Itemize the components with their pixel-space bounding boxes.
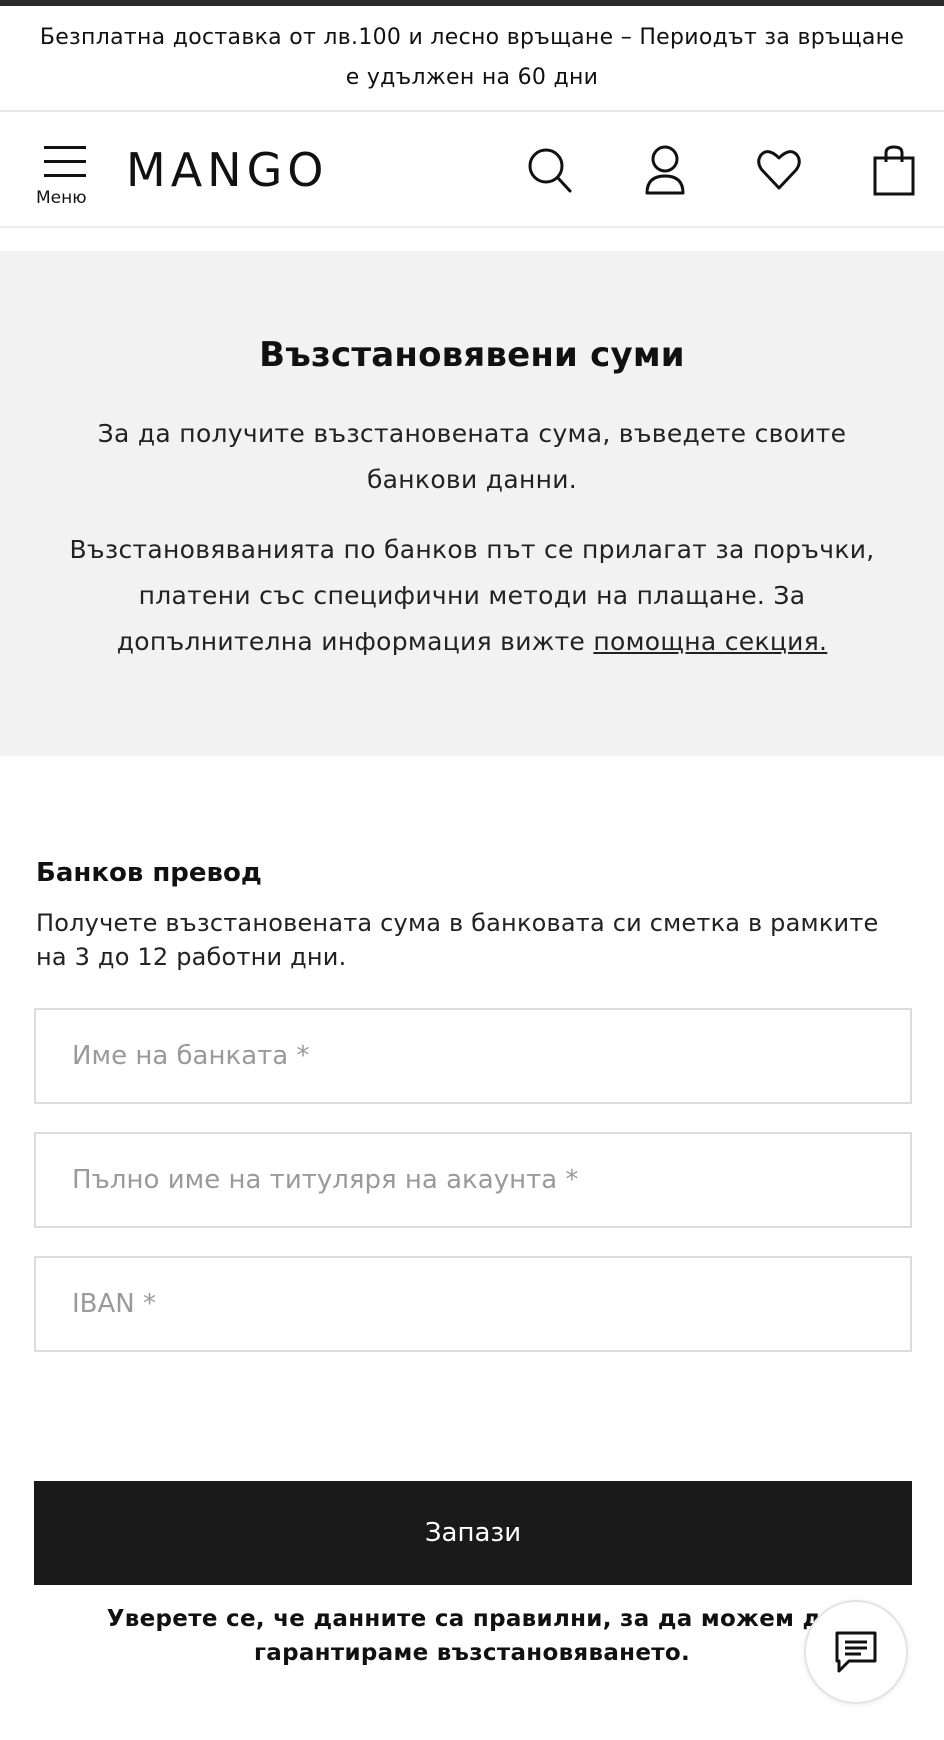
- iban-input[interactable]: [34, 1256, 912, 1352]
- search-icon[interactable]: [524, 144, 574, 196]
- heart-icon[interactable]: [754, 144, 804, 196]
- mango-logo[interactable]: MANGO: [126, 142, 328, 198]
- site-header: Меню MANGO: [0, 114, 944, 228]
- page-title: Възстановявени суми: [259, 335, 685, 375]
- promo-banner: Безплатна доставка от лв.100 и лесно връ…: [0, 6, 944, 112]
- hero-intro: За да получите възстановената сума, въве…: [97, 419, 847, 494]
- menu-label: Меню: [36, 188, 87, 208]
- hero-info: Възстановяванията по банков път се прила…: [60, 527, 884, 665]
- bank-transfer-title: Банков превод: [36, 858, 262, 888]
- chat-icon: [835, 1631, 877, 1673]
- bag-icon[interactable]: [869, 144, 919, 196]
- data-accuracy-note: Уверете се, че данните са правилни, за д…: [106, 1606, 838, 1666]
- promo-text: Безплатна доставка от лв.100 и лесно връ…: [39, 25, 905, 90]
- menu-button[interactable]: Меню: [36, 144, 96, 210]
- save-button[interactable]: Запази: [34, 1481, 912, 1585]
- help-section-link[interactable]: помощна секция.: [593, 627, 827, 656]
- bank-transfer-description: Получете възстановената сума в банковата…: [36, 909, 879, 971]
- chat-button[interactable]: [804, 1600, 908, 1704]
- hamburger-icon: [44, 146, 86, 178]
- bank-name-input[interactable]: [34, 1008, 912, 1104]
- user-icon[interactable]: [640, 144, 690, 196]
- refunds-hero: Възстановявени суми За да получите възст…: [0, 251, 944, 756]
- account-holder-input[interactable]: [34, 1132, 912, 1228]
